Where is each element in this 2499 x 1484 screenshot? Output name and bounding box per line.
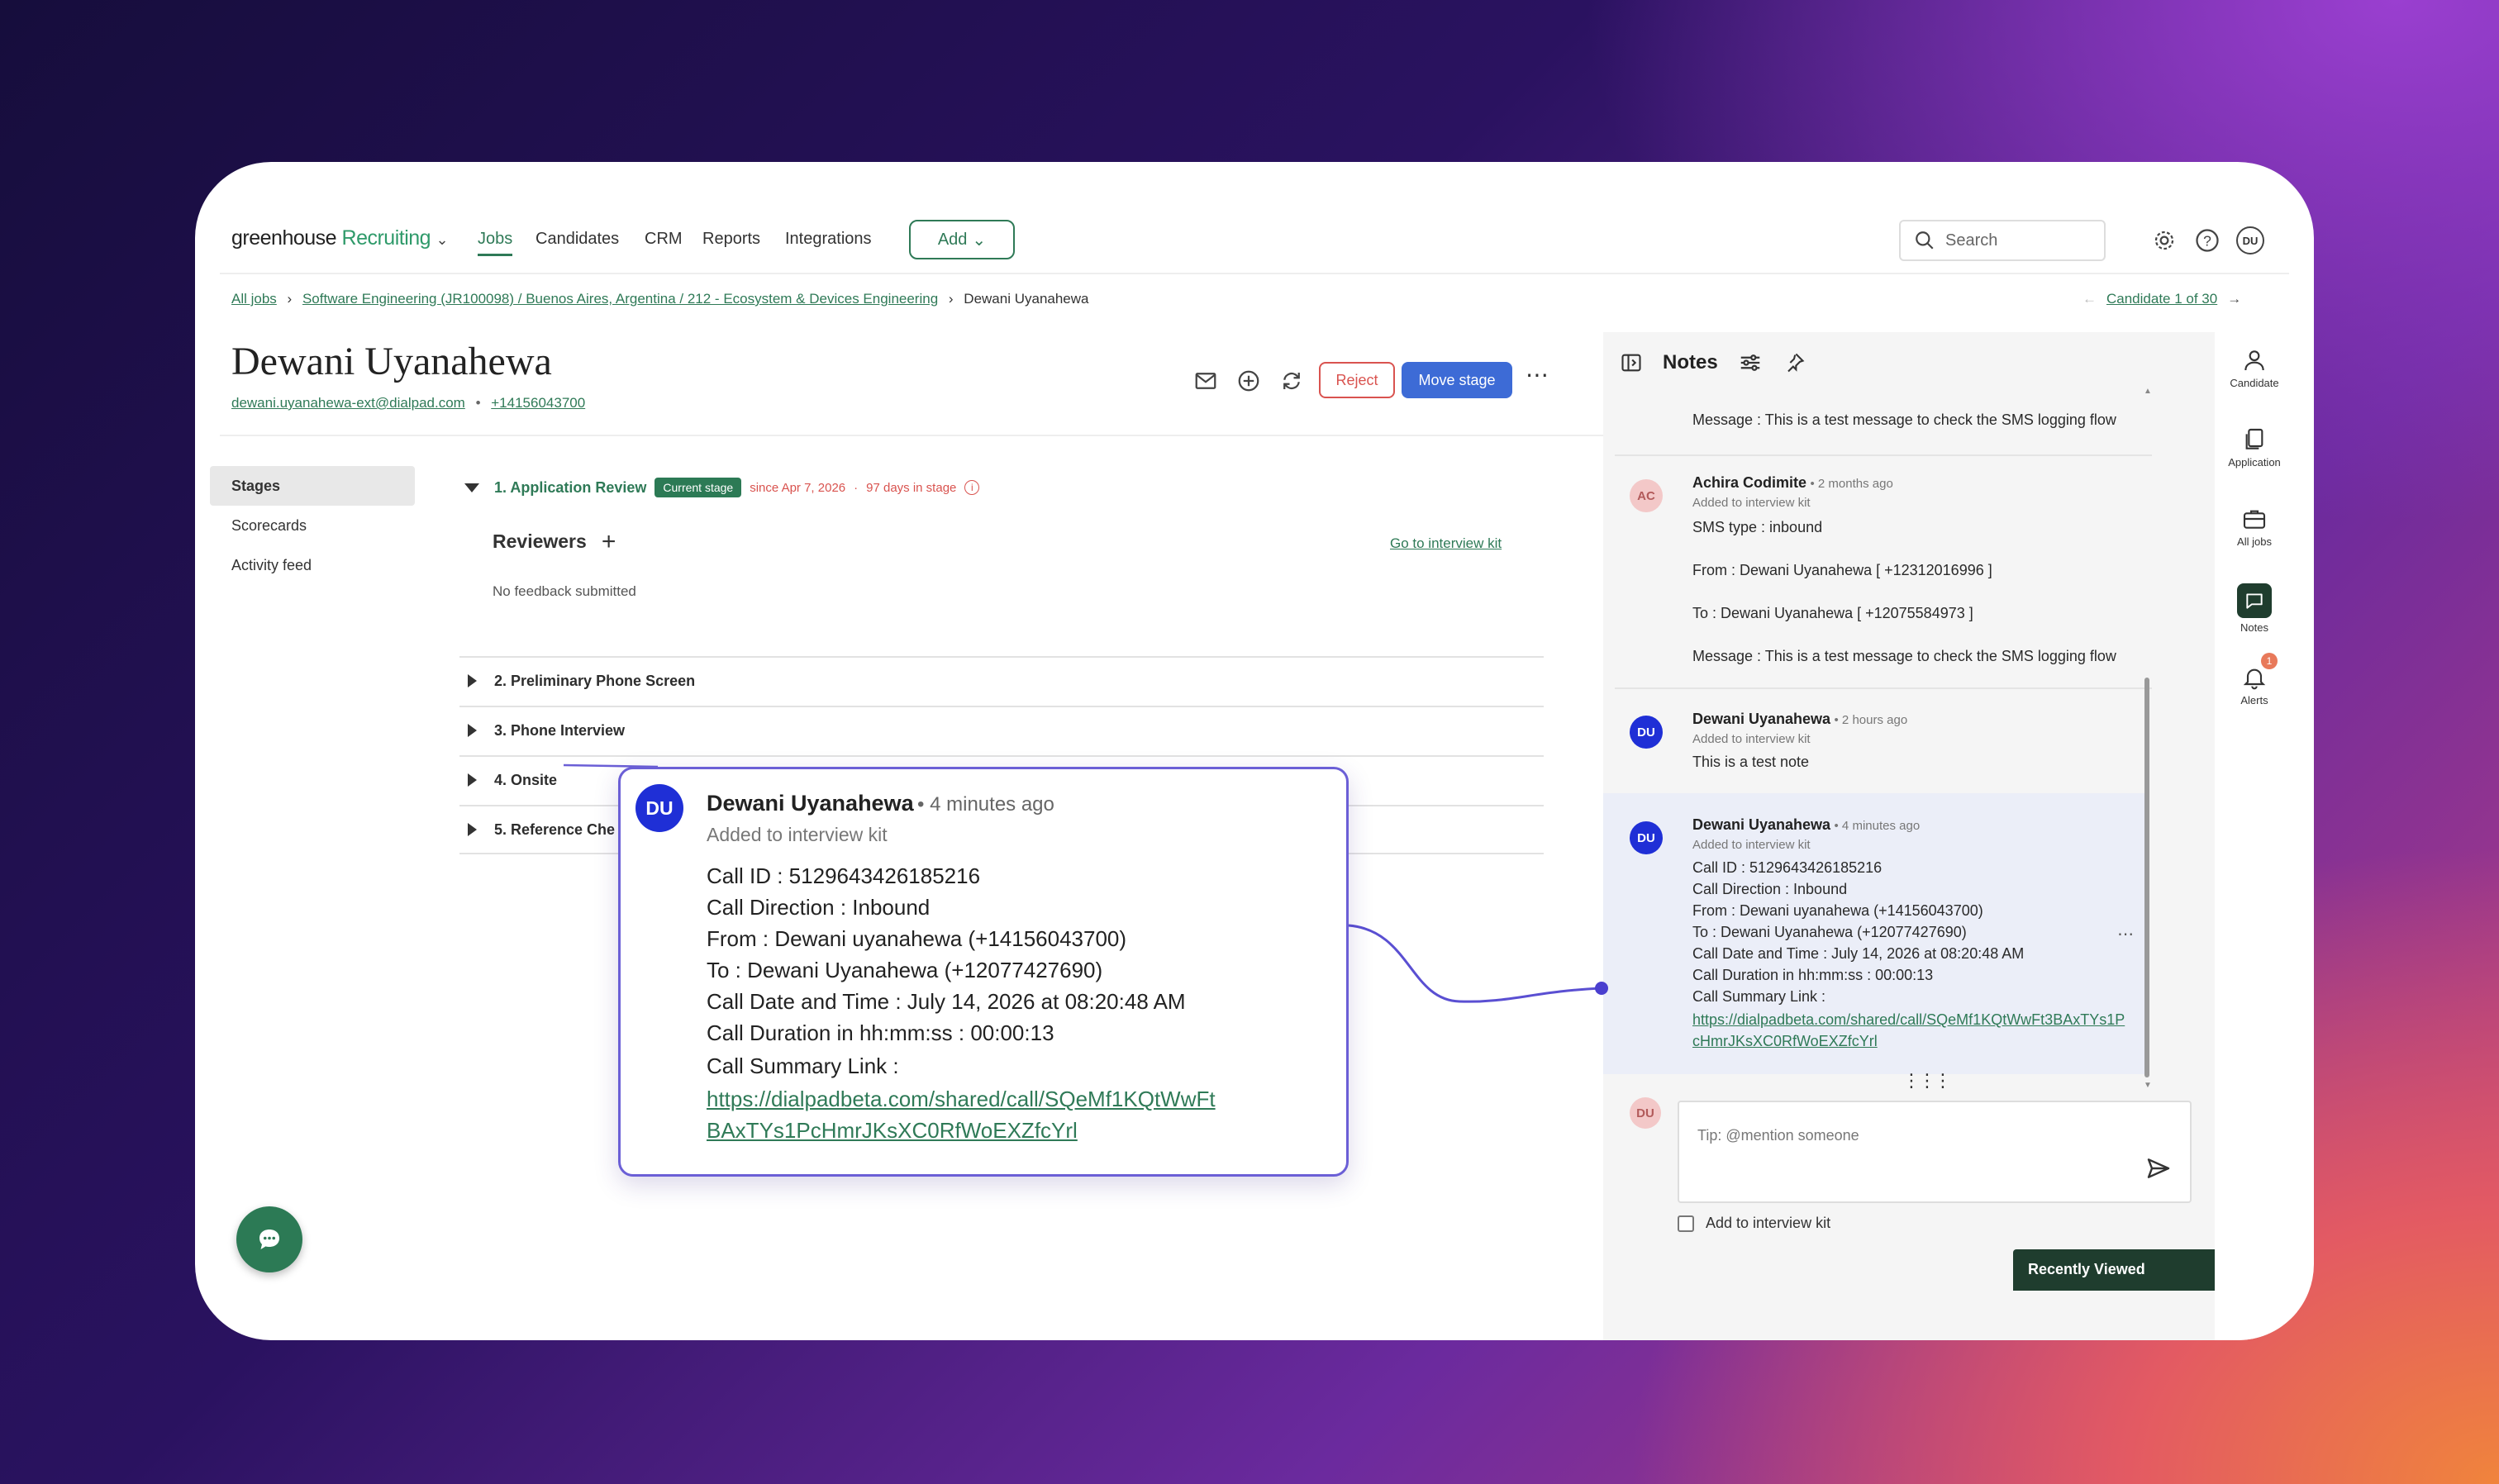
popup-line: Call ID : 5129643426185216 xyxy=(707,863,981,888)
popup-line: Call Date and Time : July 14, 2026 at 08… xyxy=(707,989,1186,1014)
popup-line: Call Summary Link : xyxy=(707,1054,899,1078)
popup-line: Call Duration in hh:mm:ss : 00:00:13 xyxy=(707,1020,1054,1045)
popup-author-line: Dewani Uyanahewa • 4 minutes ago xyxy=(707,791,1054,816)
popup-line: To : Dewani Uyanahewa (+12077427690) xyxy=(707,958,1103,982)
popup-author: Dewani Uyanahewa xyxy=(707,791,914,816)
avatar-initials: DU xyxy=(645,797,674,819)
popup-subtitle: Added to interview kit xyxy=(707,824,888,845)
popup-avatar: DU xyxy=(635,784,683,832)
popup-line: Call Direction : Inbound xyxy=(707,895,931,920)
popup-time: • 4 minutes ago xyxy=(917,793,1054,816)
popup-summary-link[interactable]: https://dialpadbeta.com/shared/call/SQeM… xyxy=(707,1087,1216,1112)
popup-summary-link[interactable]: BAxTYs1PcHmrJKsXC0RfWoEXZfcYrl xyxy=(707,1118,1078,1144)
note-zoom-popup: DU Dewani Uyanahewa • 4 minutes ago Adde… xyxy=(618,767,1349,1177)
app-window: greenhouse Recruiting ⌄ Jobs Candidates … xyxy=(195,162,2314,1340)
popup-line: From : Dewani uyanahewa (+14156043700) xyxy=(707,926,1127,951)
